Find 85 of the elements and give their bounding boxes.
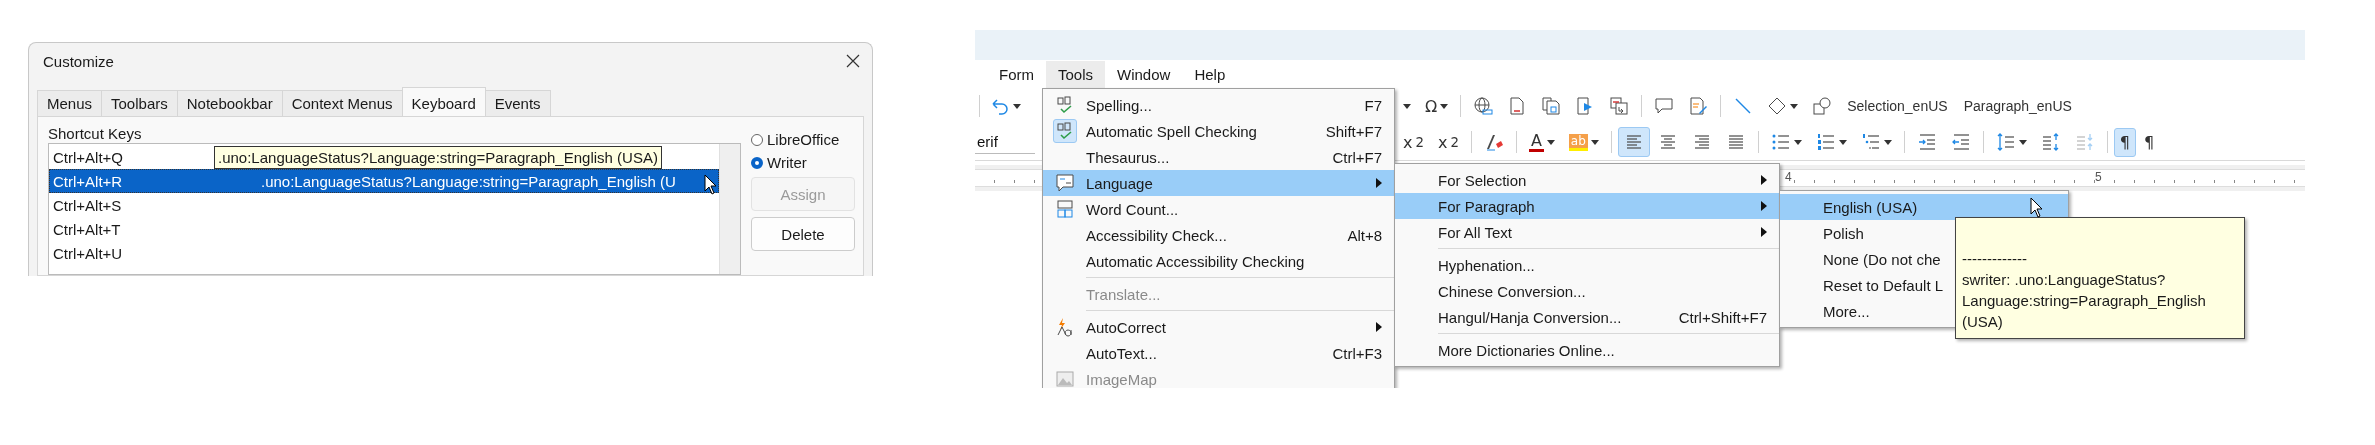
- page-swap-icon: [1609, 96, 1630, 116]
- tooltip: .uno:LanguageStatus?Language:string=Paragraph_English (USA): [214, 146, 662, 169]
- menu-item[interactable]: Language: [1043, 170, 1394, 196]
- toolbar-button[interactable]: ¶: [2113, 127, 2137, 157]
- menu-bar-item[interactable]: Tools: [1046, 60, 1106, 88]
- scrollbar[interactable]: [719, 144, 740, 274]
- tab[interactable]: Context Menus: [281, 90, 403, 116]
- tooltip-line: (USA): [1962, 312, 2004, 332]
- outline-list-icon: [1860, 132, 1881, 152]
- menu-item[interactable]: AutoCorrect: [1043, 314, 1394, 340]
- shortcut-key-text: Ctrl+Alt+S: [53, 196, 123, 214]
- menu-item[interactable]: For All Text: [1395, 219, 1779, 245]
- toolbar-button[interactable]: ¶: [2138, 127, 2161, 157]
- spacing-decrease-icon: [2074, 132, 2095, 152]
- mouse-pointer-icon: [704, 174, 718, 196]
- toolbar-button[interactable]: Selection_enUS: [1840, 93, 1955, 119]
- menu-bar-item[interactable]: Form: [987, 60, 1046, 88]
- shortcut-text: Shift+F7: [1325, 122, 1382, 140]
- list-row[interactable]: Ctrl+Alt+R .uno:LanguageStatus?Language:string=Paragraph_English (U: [49, 169, 719, 193]
- tooltip-line: -------------: [1962, 249, 2028, 269]
- menu-item[interactable]: Automatic Accessibility Checking: [1043, 248, 1394, 274]
- menu-item[interactable]: More Dictionaries Online...: [1395, 337, 1779, 363]
- list-row[interactable]: Ctrl+Alt+S: [49, 193, 719, 217]
- globe-icon: [1473, 96, 1494, 116]
- shortcut-text: Ctrl+F3: [1332, 344, 1382, 362]
- menu-item[interactable]: Word Count...: [1043, 196, 1394, 222]
- line-spacing-icon: [1995, 132, 2016, 152]
- radio-label[interactable]: LibreOffice: [767, 131, 840, 148]
- pages-icon: [1541, 96, 1562, 116]
- shortcut-text: Alt+8: [1347, 226, 1382, 244]
- menu-item[interactable]: English (USA): [1780, 194, 2068, 220]
- shapes-icon: [1812, 96, 1833, 116]
- menu-item[interactable]: For Selection: [1395, 167, 1779, 193]
- toolbar-button[interactable]: Paragraph_enUS: [1956, 93, 2079, 119]
- bullet-list-icon: [1770, 132, 1791, 152]
- mouse-pointer-icon: [2030, 197, 2044, 219]
- command-text: .uno:LanguageStatus?Language:string=Paragraph_English (U: [261, 172, 676, 190]
- list-row[interactable]: Ctrl+Alt+U: [49, 241, 719, 265]
- shortcut-text: Ctrl+Shift+F7: [1678, 308, 1767, 326]
- shortcut-key-text: Ctrl+Alt+T: [53, 220, 122, 238]
- shortcut-key-text: Ctrl+Alt+U: [53, 244, 124, 262]
- list-row[interactable]: Ctrl+Alt+T: [49, 217, 719, 241]
- undo-icon: [990, 96, 1010, 116]
- radio-button[interactable]: [751, 156, 763, 169]
- document-icon: [1688, 96, 1709, 116]
- menu-item[interactable]: Thesaurus... Ctrl+F7: [1043, 144, 1394, 170]
- dialog-button[interactable]: Delete: [751, 217, 855, 251]
- shortcut-text: F7: [1364, 96, 1382, 114]
- spacing-increase-icon: [2040, 132, 2061, 152]
- shortcut-text: Ctrl+F7: [1332, 148, 1382, 166]
- menu-item[interactable]: Hyphenation...: [1395, 252, 1779, 278]
- ruler-number: 5: [2095, 170, 2102, 184]
- close-icon: [846, 54, 860, 68]
- menu-bar-item[interactable]: Window: [1105, 60, 1183, 88]
- menu-item[interactable]: Spelling... F7: [1043, 92, 1394, 118]
- menu-item[interactable]: AutoText... Ctrl+F3: [1043, 340, 1394, 366]
- indent-increase-icon: [1916, 132, 1937, 152]
- tab[interactable]: Events: [484, 90, 551, 116]
- numbered-list-icon: [1815, 132, 1836, 152]
- lightning-icon: [1054, 317, 1075, 337]
- menu-item[interactable]: Hangul/Hanja Conversion... Ctrl+Shift+F7: [1395, 304, 1779, 330]
- tooltip-line: swriter: .uno:LanguageStatus?: [1962, 270, 2167, 290]
- menu-bar-item[interactable]: Help: [1182, 60, 1238, 88]
- comment-icon: [1654, 96, 1675, 116]
- diamond-icon: [1767, 96, 1788, 116]
- speech-bubble-icon: [1054, 173, 1075, 193]
- radio-button[interactable]: [751, 133, 763, 146]
- tab[interactable]: Toolbars: [101, 90, 178, 116]
- tab[interactable]: Keyboard: [401, 87, 486, 116]
- shortcut-key-text: Ctrl+Alt+R: [53, 172, 124, 190]
- radio-label[interactable]: Writer: [767, 154, 807, 171]
- toolbar-button[interactable]: Ω: [1419, 91, 1455, 121]
- menu-item[interactable]: Automatic Spell Checking Shift+F7: [1043, 118, 1394, 144]
- tab[interactable]: Notebookbar: [176, 90, 283, 116]
- menu-item[interactable]: For Paragraph: [1395, 193, 1779, 219]
- tab[interactable]: Menus: [37, 90, 103, 116]
- menu-item[interactable]: Chinese Conversion...: [1395, 278, 1779, 304]
- dialog-title: Customize: [43, 52, 114, 70]
- ruler-number: 4: [1785, 170, 1792, 184]
- toolbar-button[interactable]: A: [1522, 127, 1561, 157]
- indent-decrease-icon: [1950, 132, 1971, 152]
- tooltip-line: Language:string=Paragraph_English: [1962, 291, 2207, 311]
- grid-icon: [1054, 199, 1075, 219]
- menu-item[interactable]: Accessibility Check... Alt+8: [1043, 222, 1394, 248]
- list-label: Shortcut Keys: [48, 125, 143, 142]
